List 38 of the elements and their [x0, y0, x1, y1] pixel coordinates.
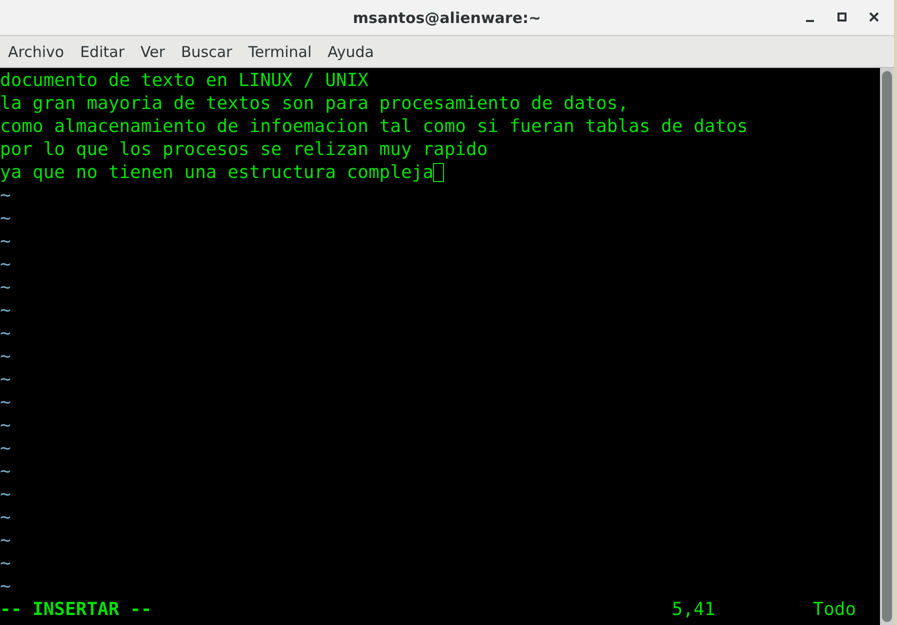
menu-item[interactable]: Ayuda [320, 38, 382, 64]
minimize-icon [806, 20, 814, 22]
menu-item[interactable]: Buscar [173, 38, 240, 64]
empty-line-marker: ~ [0, 461, 11, 482]
cursor-position: 5,41 [672, 598, 716, 621]
empty-line-marker: ~ [0, 530, 11, 551]
empty-line-marker: ~ [0, 323, 11, 344]
text-line: documento de texto en LINUX / UNIX [0, 69, 368, 92]
empty-line-marker: ~ [0, 507, 11, 528]
text-line: por lo que los procesos se relizan muy rapido [0, 138, 488, 161]
empty-line-marker: ~ [0, 369, 11, 390]
empty-line-marker: ~ [0, 208, 11, 229]
empty-line-marker: ~ [0, 484, 11, 505]
empty-line-marker: ~ [0, 392, 11, 413]
menu-item[interactable]: Ver [132, 38, 173, 64]
empty-line-marker: ~ [0, 231, 11, 252]
close-icon [869, 12, 879, 22]
text-cursor [433, 163, 444, 182]
empty-line-marker: ~ [0, 576, 11, 597]
empty-line-marker: ~ [0, 346, 11, 367]
text-line: ya que no tienen una estructura compleja [0, 161, 434, 184]
empty-line-marker: ~ [0, 300, 11, 321]
text-line: la gran mayoria de textos son para procesamiento de datos, [0, 92, 629, 115]
empty-line-marker: ~ [0, 254, 11, 275]
scroll-position: Todo [812, 598, 856, 621]
empty-line-marker: ~ [0, 553, 11, 574]
empty-line-marker: ~ [0, 185, 11, 206]
scrollbar[interactable] [880, 68, 894, 625]
empty-line-marker: ~ [0, 438, 11, 459]
mode-indicator: -- INSERTAR -- [0, 598, 153, 621]
maximize-icon [837, 12, 847, 22]
menu-item[interactable]: Terminal [240, 38, 320, 64]
window-title: msantos@alienware:~ [352, 8, 542, 26]
empty-line-marker: ~ [0, 415, 11, 436]
text-line: como almacenamiento de infoemacion tal como si fueran tablas de datos [0, 115, 748, 138]
empty-line-marker: ~ [0, 277, 11, 298]
menu-item[interactable]: Archivo [0, 38, 72, 64]
menu-item[interactable]: Editar [72, 38, 132, 64]
